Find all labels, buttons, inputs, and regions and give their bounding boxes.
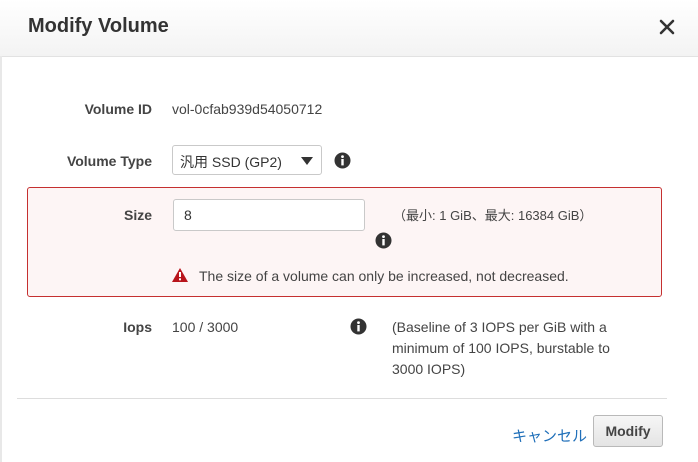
warning-icon <box>172 268 188 282</box>
volume-type-info-icon[interactable] <box>334 152 351 169</box>
footer-divider <box>17 398 667 399</box>
iops-label: Iops <box>123 319 152 335</box>
volume-id-label: Volume ID <box>84 101 152 117</box>
iops-description: (Baseline of 3 IOPS per GiB with a minim… <box>392 319 610 377</box>
dialog-header: Modify Volume <box>0 0 698 57</box>
size-label: Size <box>123 207 152 223</box>
modify-button[interactable]: Modify <box>593 415 663 447</box>
dialog-title: Modify Volume <box>28 15 169 37</box>
size-range-hint: （最小: 1 GiB、最大: 16384 GiB） <box>393 208 593 223</box>
iops-value: 100 / 3000 <box>172 319 239 335</box>
size-error-message: The size of a volume can only be increas… <box>199 268 569 284</box>
volume-type-label: Volume Type <box>66 153 152 169</box>
cancel-link[interactable]: キャンセル <box>512 425 587 446</box>
modify-volume-dialog: Modify Volume Volume ID vol-0cfab939d540… <box>0 0 698 462</box>
volume-id-value: vol-0cfab939d54050712 <box>172 101 323 117</box>
volume-type-selected-value: 汎用 SSD (GP2) <box>180 154 282 170</box>
size-input[interactable] <box>173 199 365 231</box>
size-info-icon[interactable] <box>375 232 392 249</box>
iops-info-icon[interactable] <box>350 318 367 335</box>
close-icon[interactable] <box>656 16 678 38</box>
volume-type-select[interactable]: 汎用 SSD (GP2) <box>172 145 322 175</box>
chevron-down-icon <box>301 157 313 165</box>
